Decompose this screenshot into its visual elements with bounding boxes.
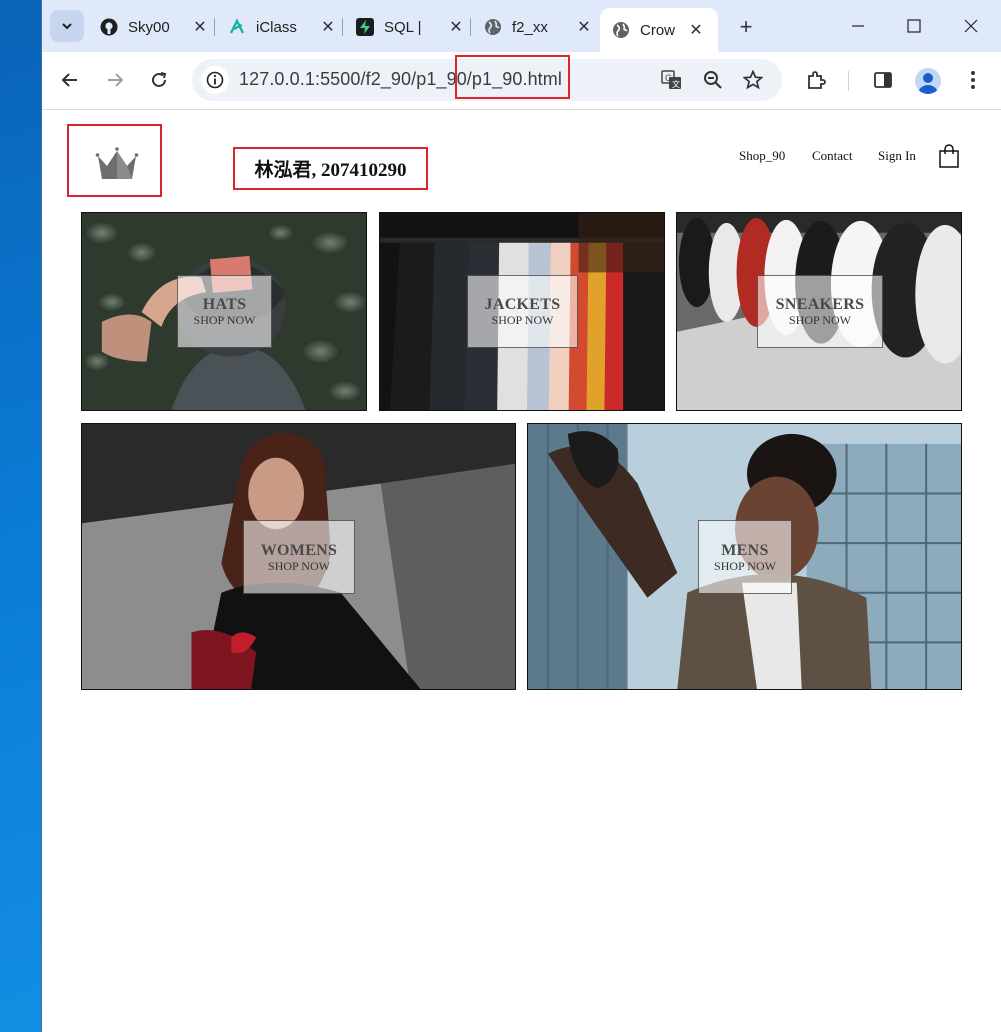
shopping-bag-icon[interactable] — [938, 144, 960, 173]
new-tab-button[interactable]: + — [734, 14, 758, 40]
profile-avatar-icon[interactable] — [915, 68, 941, 94]
category-label: HATS SHOP NOW — [177, 275, 272, 348]
minimize-icon[interactable] — [846, 14, 870, 38]
tab-github[interactable]: Sky00 ✕ — [100, 8, 208, 46]
svg-text:文: 文 — [672, 79, 680, 89]
globe-icon — [484, 18, 502, 36]
svg-text:G: G — [665, 73, 672, 83]
tab-sql[interactable]: SQL | ✕ — [356, 8, 464, 46]
tab-title: iClass — [256, 18, 297, 36]
shop-now-link[interactable]: SHOP NOW — [492, 313, 554, 327]
category-title: JACKETS — [484, 296, 561, 313]
bookmark-star-icon[interactable] — [741, 68, 765, 92]
nav-link-signin[interactable]: Sign In — [878, 148, 916, 164]
site-info-icon[interactable] — [201, 66, 229, 94]
zoom-out-icon[interactable] — [701, 68, 725, 92]
close-icon[interactable]: ✕ — [688, 20, 704, 40]
forward-arrow-icon[interactable] — [103, 68, 127, 92]
category-label: MENS SHOP NOW — [698, 520, 792, 594]
browser-window: Sky00 ✕ iClass ✕ SQL | ✕ f2_xx ✕ Crow ✕ … — [42, 0, 1001, 1032]
tab-separator — [342, 18, 343, 36]
close-icon[interactable]: ✕ — [320, 17, 336, 37]
tab-title: SQL | — [384, 18, 422, 36]
category-title: SNEAKERS — [775, 296, 865, 313]
category-title: HATS — [202, 296, 247, 313]
tab-search-button[interactable] — [50, 10, 84, 42]
shop-now-link[interactable]: SHOP NOW — [194, 313, 256, 327]
tab-separator — [214, 18, 215, 36]
close-icon[interactable]: ✕ — [448, 17, 464, 37]
crown-logo-icon[interactable] — [94, 146, 140, 187]
category-card-jackets[interactable]: JACKETS SHOP NOW — [379, 212, 665, 411]
web-page: 林泓君, 207410290 Shop_90 Contact Sign In H… — [42, 110, 1001, 1032]
tab-title: Sky00 — [128, 18, 170, 36]
category-card-sneakers[interactable]: SNEAKERS SHOP NOW — [676, 212, 962, 411]
kebab-menu-icon[interactable] — [961, 68, 985, 92]
url-annotation-highlight — [455, 55, 570, 99]
iclass-icon — [228, 18, 246, 36]
tab-title: f2_xx — [512, 18, 548, 36]
back-arrow-icon[interactable] — [58, 68, 82, 92]
side-panel-icon[interactable] — [871, 68, 895, 92]
chevron-down-icon — [62, 23, 72, 30]
category-card-womens[interactable]: WOMENS SHOP NOW — [81, 423, 516, 690]
nav-link-contact[interactable]: Contact — [812, 148, 852, 164]
reload-icon[interactable] — [147, 68, 171, 92]
tab-strip: Sky00 ✕ iClass ✕ SQL | ✕ f2_xx ✕ Crow ✕ … — [42, 0, 1001, 52]
tab-f2xx[interactable]: f2_xx ✕ — [484, 8, 592, 46]
toolbar-separator — [848, 71, 849, 91]
maximize-icon[interactable] — [902, 14, 926, 38]
close-icon[interactable]: ✕ — [192, 17, 208, 37]
translate-icon[interactable]: G文 — [660, 68, 684, 92]
close-icon[interactable]: ✕ — [576, 17, 592, 37]
globe-icon — [612, 21, 630, 39]
shop-now-link[interactable]: SHOP NOW — [714, 559, 776, 573]
category-label: JACKETS SHOP NOW — [467, 275, 578, 348]
tab-separator — [470, 18, 471, 36]
category-label: SNEAKERS SHOP NOW — [757, 275, 883, 348]
github-icon — [100, 18, 118, 36]
tab-crown-active[interactable]: Crow ✕ — [600, 8, 718, 52]
nav-link-shop[interactable]: Shop_90 — [739, 148, 785, 164]
window-close-icon[interactable] — [959, 14, 983, 38]
extensions-puzzle-icon[interactable] — [804, 68, 828, 92]
supabase-icon — [356, 18, 374, 36]
tab-title: Crow — [640, 21, 676, 39]
shop-now-link[interactable]: SHOP NOW — [268, 559, 330, 573]
student-name-heading: 林泓君, 207410290 — [233, 147, 428, 190]
category-card-mens[interactable]: MENS SHOP NOW — [527, 423, 962, 690]
category-card-hats[interactable]: HATS SHOP NOW — [81, 212, 367, 411]
tab-iclass[interactable]: iClass ✕ — [228, 8, 336, 46]
category-title: WOMENS — [260, 541, 338, 559]
category-label: WOMENS SHOP NOW — [243, 520, 355, 594]
shop-now-link[interactable]: SHOP NOW — [789, 313, 851, 327]
category-title: MENS — [721, 541, 769, 559]
